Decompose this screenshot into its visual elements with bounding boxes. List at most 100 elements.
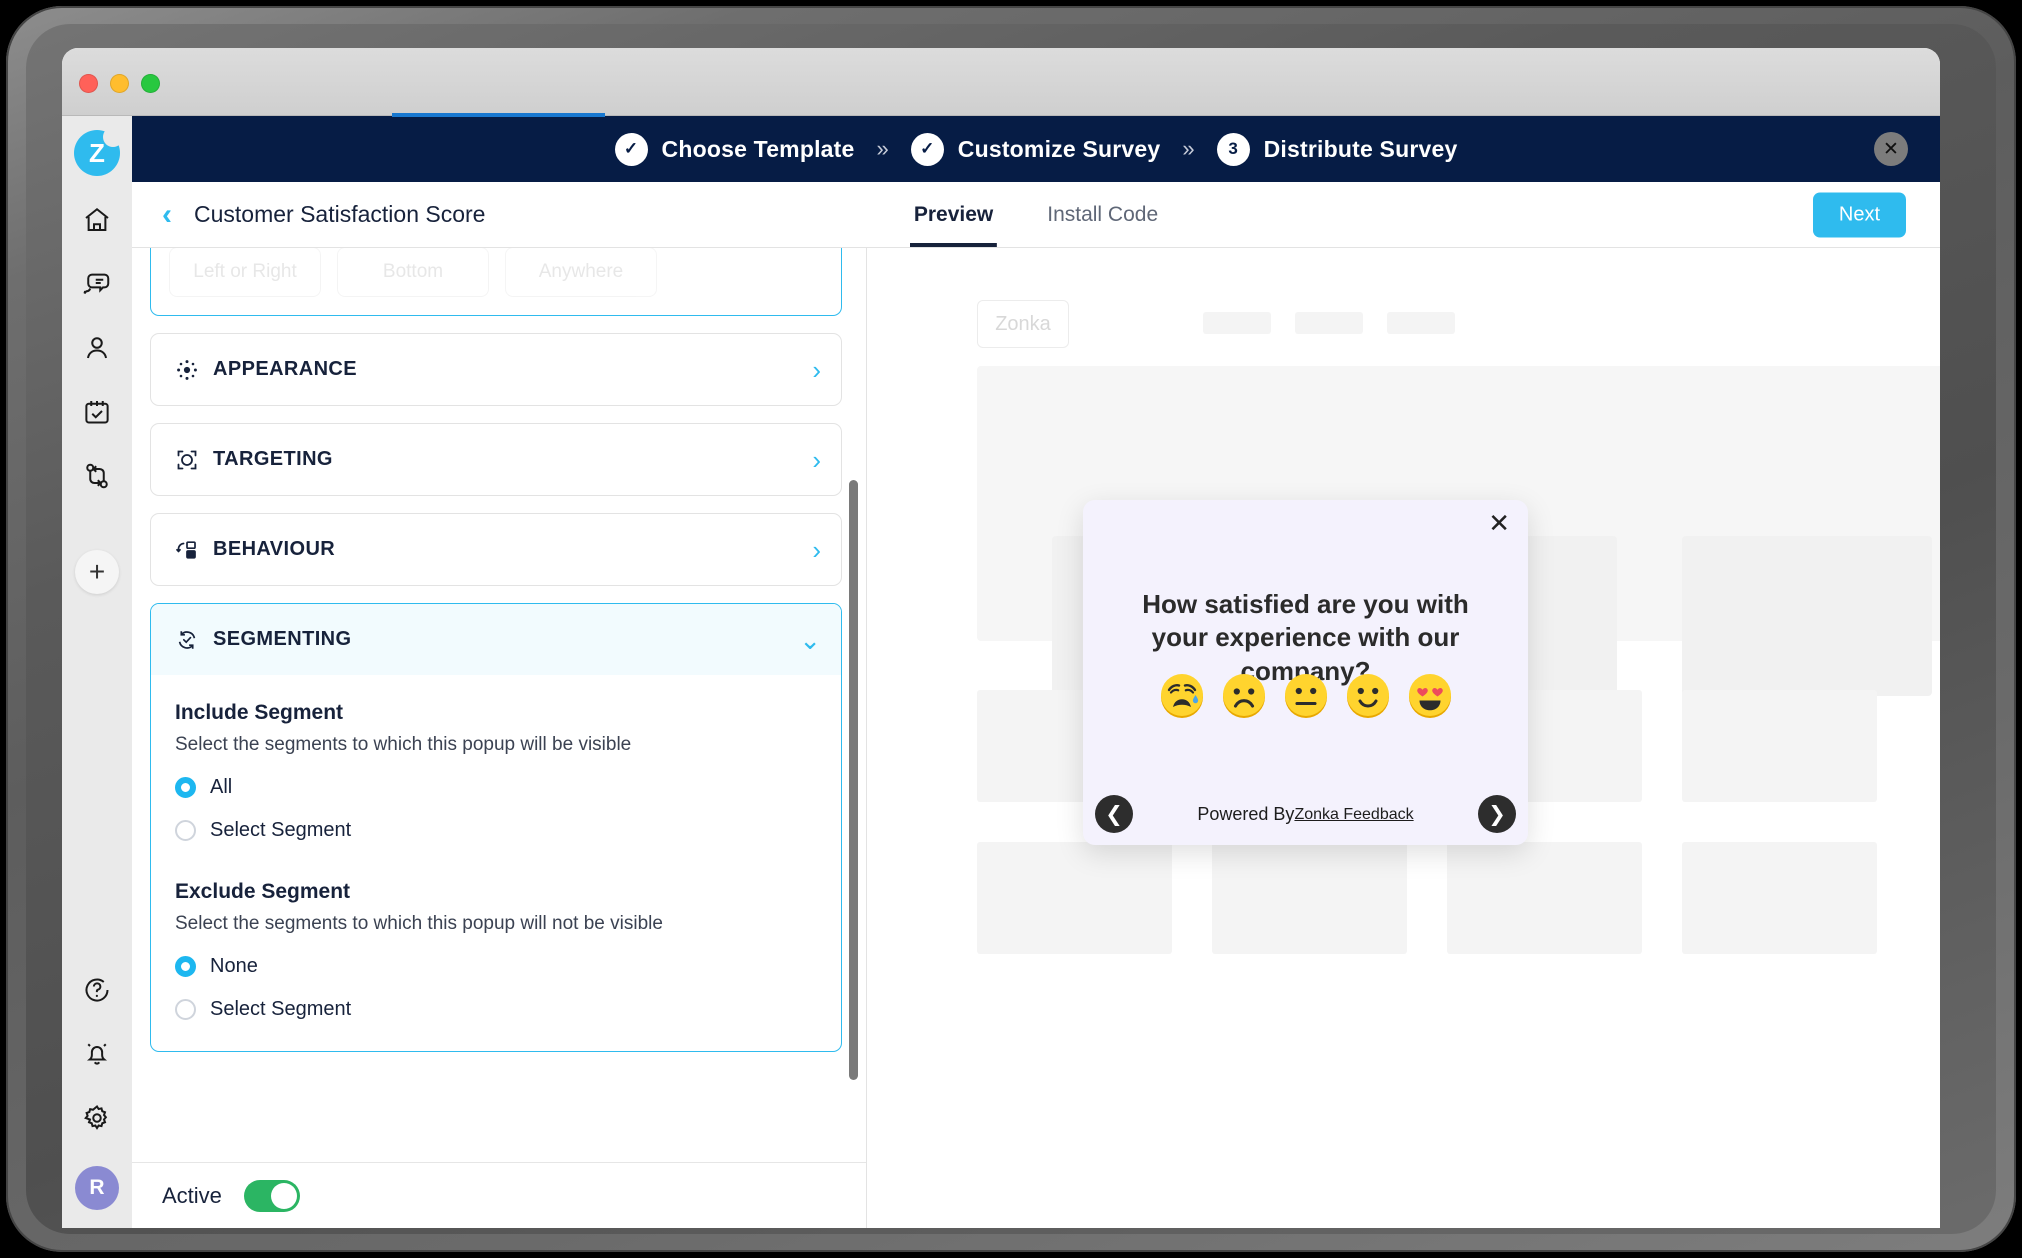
header-tabs: Preview Install Code [910,182,1162,247]
chevron-left-icon[interactable]: ‹ [162,200,172,230]
avatar[interactable]: R [75,1166,119,1210]
section-appearance[interactable]: APPEARANCE › [150,333,842,406]
tab-install-code[interactable]: Install Code [1043,182,1162,247]
position-left-or-right-button[interactable]: Left or Right [169,248,321,297]
skeleton-nav-item-2 [1295,312,1363,334]
skeleton-grid-card-5 [977,842,1172,954]
include-option-all[interactable]: All [175,776,817,799]
crying-face-emoji[interactable] [1158,672,1206,720]
icon-rail-bottom: R [62,966,132,1210]
section-appearance-header[interactable]: APPEARANCE › [151,334,841,405]
step-separator-2: » [1182,136,1194,162]
radio-icon[interactable] [175,777,196,798]
position-anywhere-button[interactable]: Anywhere [505,248,657,297]
frowning-face-emoji[interactable] [1220,672,1268,720]
settings-scrollbar[interactable] [849,480,858,1080]
exclude-segment-description: Select the segments to which this popup … [175,913,817,935]
workflow-icon [82,461,112,496]
step-badge-done-2: ✓ [911,133,944,166]
close-icon[interactable]: ✕ [1874,132,1908,166]
browser-window: Z [62,48,1940,1228]
sub-header: ‹ Customer Satisfaction Score Preview In… [132,182,1940,248]
survey-popup: ✕ How satisfied are you with your experi… [1083,500,1528,845]
chevron-right-icon[interactable]: › [812,537,821,563]
sidebar-item-tasks[interactable] [71,388,123,440]
exclude-option-none-label: None [210,955,258,978]
step-customize-survey[interactable]: ✓ Customize Survey [911,133,1161,166]
calendar-check-icon [82,397,112,432]
include-option-select-segment-label: Select Segment [210,819,351,842]
sidebar-item-workflows[interactable] [71,452,123,504]
add-button[interactable]: + [75,550,119,594]
window-close-button[interactable] [79,74,98,93]
sidebar-item-help[interactable] [71,966,123,1018]
sidebar-item-settings[interactable] [71,1094,123,1146]
zonka-logo[interactable]: Z [74,130,120,176]
include-option-select-segment[interactable]: Select Segment [175,819,817,842]
sidebar-item-contacts[interactable] [71,324,123,376]
next-button[interactable]: Next [1813,192,1906,237]
section-behaviour-header[interactable]: BEHAVIOUR › [151,514,841,585]
step-choose-template[interactable]: ✓ Choose Template [615,133,855,166]
stepper-nav: ✓ Choose Template » ✓ Customize Survey »… [132,116,1940,182]
exclude-option-none[interactable]: None [175,955,817,978]
section-segmenting-body: Include Segment Select the segments to w… [151,675,841,1051]
position-button-row: Left or Right Bottom Anywhere [151,248,841,297]
skeleton-grid-card-7 [1447,842,1642,954]
radio-icon[interactable] [175,820,196,841]
heart-eyes-face-emoji[interactable] [1406,672,1454,720]
section-segmenting-header[interactable]: SEGMENTING ⌄ [151,604,841,675]
popup-next-button[interactable]: ❯ [1478,795,1516,833]
sidebar-item-notifications[interactable] [71,1030,123,1082]
popup-prev-button[interactable]: ❮ [1095,795,1133,833]
content-area: Left or Right Bottom Anywhere [132,248,1940,1228]
skeleton-hero-card-3 [1682,536,1932,696]
exclude-option-select-segment-label: Select Segment [210,998,351,1021]
gear-icon [82,1103,112,1138]
segmenting-icon [173,626,200,653]
settings-footer: Active [132,1162,866,1228]
section-targeting[interactable]: TARGETING › [150,423,842,496]
exclude-option-select-segment[interactable]: Select Segment [175,998,817,1021]
emoji-rating-row [1083,672,1528,720]
page-title: Customer Satisfaction Score [194,201,485,228]
chevron-right-icon[interactable]: › [812,357,821,383]
neutral-face-emoji[interactable] [1282,672,1330,720]
radio-icon[interactable] [175,956,196,977]
settings-panel: Left or Right Bottom Anywhere [132,248,867,1228]
window-minimize-button[interactable] [110,74,129,93]
exclude-segment-label: Exclude Segment [175,880,817,904]
help-circle-icon [82,975,112,1010]
sidebar-item-inbox[interactable] [71,260,123,312]
step-label-distribute-survey: Distribute Survey [1264,136,1458,163]
appearance-icon [173,356,200,383]
radio-icon[interactable] [175,999,196,1020]
skeleton-logo: Zonka [977,300,1069,348]
skeleton-nav-item-3 [1387,312,1455,334]
active-toggle[interactable] [244,1180,300,1212]
section-segmenting[interactable]: SEGMENTING ⌄ Include Segment Select the … [150,603,842,1052]
sidebar-item-home[interactable] [71,196,123,248]
settings-scroll-area[interactable]: Left or Right Bottom Anywhere [132,248,866,1162]
include-segment-label: Include Segment [175,701,817,725]
window-maximize-button[interactable] [141,74,160,93]
slightly-smiling-face-emoji[interactable] [1344,672,1392,720]
skeleton-grid-card-6 [1212,842,1407,954]
preview-pane: Zonka [867,248,1940,1228]
section-targeting-header[interactable]: TARGETING › [151,424,841,495]
position-bottom-button[interactable]: Bottom [337,248,489,297]
section-behaviour[interactable]: BEHAVIOUR › [150,513,842,586]
skeleton-nav-item-1 [1203,312,1271,334]
chevron-right-icon[interactable]: › [812,447,821,473]
step-distribute-survey[interactable]: 3 Distribute Survey [1217,133,1458,166]
include-option-all-label: All [210,776,232,799]
home-icon [82,205,112,240]
chevron-down-icon[interactable]: ⌄ [799,627,821,653]
step-badge-current-3: 3 [1217,133,1250,166]
step-badge-done-1: ✓ [615,133,648,166]
person-icon [82,333,112,368]
step-label-customize-survey: Customize Survey [958,136,1161,163]
close-icon[interactable]: ✕ [1488,510,1510,536]
tab-preview[interactable]: Preview [910,182,997,247]
zonka-feedback-link[interactable]: Zonka Feedback [1294,806,1413,824]
